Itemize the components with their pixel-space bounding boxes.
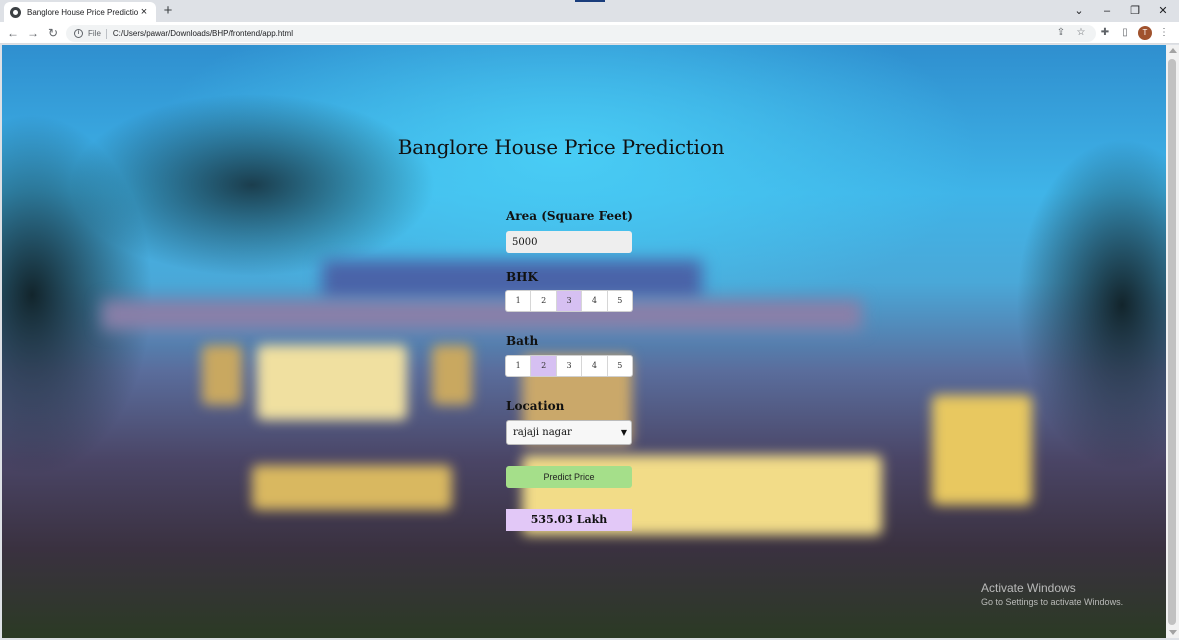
chevron-down-icon: ▼ [620,428,627,437]
prediction-form: Banglore House Price Prediction Area (Sq… [2,45,1166,638]
bath-selector: 1 2 3 4 5 [506,356,632,376]
bath-option-4[interactable]: 4 [582,356,608,376]
scheme-label: File [88,29,101,38]
activate-windows-subtitle: Go to Settings to activate Windows. [981,597,1124,607]
scrollbar-thumb[interactable] [1168,59,1176,625]
extensions-icon[interactable]: ✚ [1097,25,1113,41]
share-icon[interactable]: ⇪ [1053,25,1069,41]
address-bar[interactable]: i File C:/Users/pawar/Downloads/BHP/fron… [66,25,1096,42]
scroll-up-icon[interactable] [1169,48,1177,53]
activate-windows-title: Activate Windows [981,581,1076,595]
location-selected-value: rajaji nagar [513,427,572,438]
reload-button[interactable]: ↻ [45,25,61,41]
activate-windows-watermark: Activate Windows Go to Settings to activ… [981,581,1123,607]
bhk-selector: 1 2 3 4 5 [506,291,632,311]
menu-icon[interactable]: ⋮ [1156,25,1172,41]
new-tab-button[interactable]: + [160,3,176,19]
url-text[interactable]: C:/Users/pawar/Downloads/BHP/frontend/ap… [113,29,293,38]
bhk-option-2[interactable]: 2 [531,291,557,311]
page-viewport: Banglore House Price Prediction Area (Sq… [2,45,1166,638]
bath-option-1[interactable]: 1 [506,356,532,376]
bath-option-2[interactable]: 2 [531,356,557,376]
bookmark-star-icon[interactable]: ☆ [1073,25,1089,41]
tab-search-chevron-icon[interactable]: ⌄ [1064,0,1094,22]
tab-close-icon[interactable]: × [138,6,150,18]
profile-avatar[interactable]: T [1138,26,1152,40]
globe-icon [10,6,21,18]
window-accent [575,0,605,2]
page-title: Banglore House Price Prediction [397,135,725,159]
tab-title: Banglore House Price Prediction [27,7,138,17]
bhk-label: BHK [506,270,538,284]
close-window-button[interactable]: ✕ [1148,0,1178,22]
forward-button[interactable]: → [25,25,41,41]
tab-strip: Banglore House Price Prediction × + ⌄ – … [0,0,1179,22]
bath-option-5[interactable]: 5 [608,356,632,376]
info-icon[interactable]: i [74,29,83,38]
area-input[interactable] [506,231,632,253]
predict-price-button[interactable]: Predict Price [506,466,632,488]
location-select[interactable]: rajaji nagar ▼ [506,420,632,445]
bath-option-3[interactable]: 3 [557,356,583,376]
prediction-result: 535.03 Lakh [506,509,632,531]
browser-tab[interactable]: Banglore House Price Prediction × [4,2,156,22]
back-button[interactable]: ← [5,25,21,41]
bhk-option-1[interactable]: 1 [506,291,532,311]
scroll-down-icon[interactable] [1169,630,1177,635]
page-scrollbar[interactable] [1166,45,1179,638]
restore-button[interactable]: ❐ [1120,0,1150,22]
area-label: Area (Square Feet) [506,209,633,223]
minimize-button[interactable]: – [1092,0,1122,22]
address-divider [105,28,107,39]
bhk-option-4[interactable]: 4 [582,291,608,311]
bath-label: Bath [506,334,539,348]
location-label: Location [506,399,565,413]
side-panel-icon[interactable]: ▯ [1117,25,1133,41]
browser-toolbar: ← → ↻ i File C:/Users/pawar/Downloads/BH… [0,22,1179,44]
bhk-option-3[interactable]: 3 [556,291,583,311]
bhk-option-5[interactable]: 5 [608,291,632,311]
